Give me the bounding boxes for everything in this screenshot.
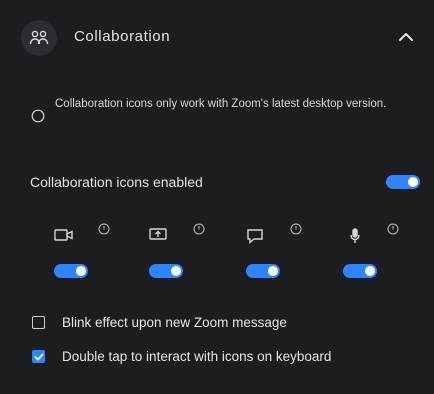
collapse-button[interactable] <box>392 28 420 48</box>
microphone-info-icon[interactable] <box>387 222 399 240</box>
share-toggle[interactable] <box>149 264 183 278</box>
chat-info-icon[interactable] <box>290 222 302 240</box>
video-camera-icon <box>54 228 74 247</box>
section-title: Collaboration <box>74 28 171 45</box>
chevron-up-icon <box>398 29 414 47</box>
chat-feature <box>246 222 326 282</box>
info-icon <box>31 109 45 128</box>
double-tap-option[interactable]: Double tap to interact with icons on key… <box>32 348 422 368</box>
collaboration-icon <box>21 20 57 56</box>
info-notice: Collaboration icons only work with Zoom'… <box>22 97 422 137</box>
share-screen-icon <box>149 228 167 247</box>
double-tap-checkbox[interactable] <box>32 350 45 363</box>
share-feature <box>149 222 229 282</box>
info-text: Collaboration icons only work with Zoom'… <box>55 98 387 110</box>
blink-effect-label: Blink effect upon new Zoom message <box>62 315 287 330</box>
microphone-feature <box>343 222 423 282</box>
video-toggle[interactable] <box>54 264 88 278</box>
collaboration-enabled-row: Collaboration icons enabled <box>30 172 420 194</box>
collaboration-header[interactable]: Collaboration <box>0 0 434 78</box>
collaboration-enabled-toggle[interactable] <box>386 175 420 189</box>
microphone-toggle[interactable] <box>343 264 377 278</box>
chat-icon <box>246 228 264 249</box>
double-tap-label: Double tap to interact with icons on key… <box>62 349 332 364</box>
blink-effect-option[interactable]: Blink effect upon new Zoom message <box>32 314 422 334</box>
collaboration-panel: Collaboration Collaboration icons only w… <box>0 0 434 394</box>
chat-toggle[interactable] <box>246 264 280 278</box>
video-feature <box>54 222 134 282</box>
video-info-icon[interactable] <box>98 222 110 240</box>
collaboration-enabled-label: Collaboration icons enabled <box>30 174 203 190</box>
microphone-icon <box>349 228 361 249</box>
blink-effect-checkbox[interactable] <box>32 316 45 329</box>
share-info-icon[interactable] <box>193 222 205 240</box>
